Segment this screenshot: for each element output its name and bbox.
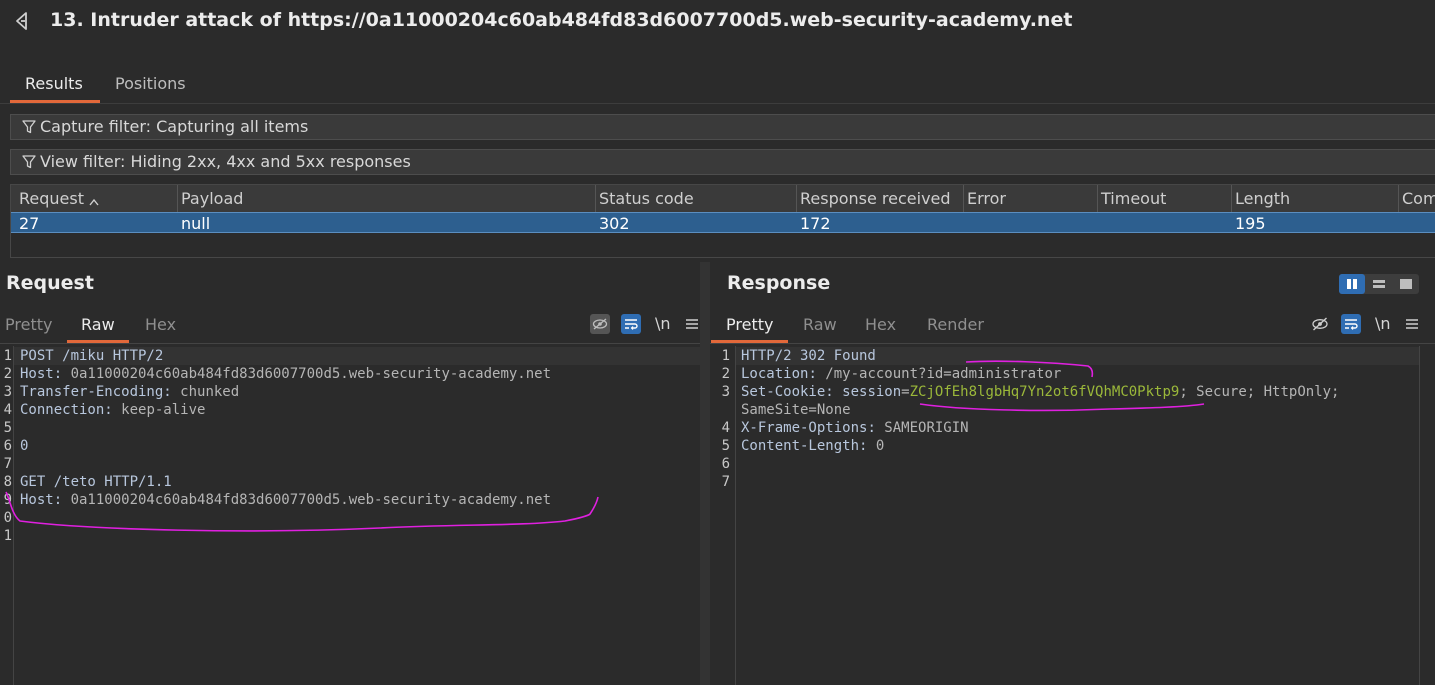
results-table: Request Payload Status code Response rec…	[10, 184, 1435, 258]
column-separator[interactable]	[1097, 185, 1098, 212]
column-separator[interactable]	[1398, 185, 1399, 212]
column-header-response-received[interactable]: Response received	[800, 189, 951, 208]
layout-side-by-side-icon[interactable]	[1339, 274, 1365, 294]
view-filter-label: View filter: Hiding 2xx, 4xx and 5xx res…	[40, 152, 411, 171]
header-line: Transfer-Encoding: chunked	[20, 384, 240, 400]
line-number: 1	[721, 348, 730, 364]
line-number-gutter: 1 2 3 4 5 6 7 8 9 0 1	[0, 346, 14, 685]
tab-results[interactable]: Results	[25, 74, 83, 93]
table-row[interactable]: 27 null 302 172 195	[11, 212, 1435, 233]
line-number: 1	[3, 528, 12, 544]
view-filter-bar[interactable]: View filter: Hiding 2xx, 4xx and 5xx res…	[10, 149, 1435, 175]
header-line: Location: /my-account?id=administrator	[741, 366, 1062, 382]
response-tab-hex[interactable]: Hex	[865, 315, 896, 334]
capture-filter-bar[interactable]: Capture filter: Capturing all items	[10, 114, 1435, 140]
line-number: 5	[3, 420, 12, 436]
word-wrap-icon[interactable]	[1341, 314, 1361, 334]
line-number: 0	[3, 510, 12, 526]
request-tab-hex[interactable]: Hex	[145, 315, 176, 334]
line-number: 6	[721, 456, 730, 472]
column-separator[interactable]	[796, 185, 797, 212]
set-cookie-line: Set-Cookie: session=ZCjOfEh8lgbHq7Yn2ot6…	[741, 384, 1340, 400]
response-editor[interactable]: 1 2 3 4 5 6 7 HTTP/2 302 Found Location:…	[710, 346, 1435, 685]
body-line: 0	[20, 438, 29, 454]
line-number: 2	[3, 366, 12, 382]
column-header-length[interactable]: Length	[1235, 189, 1290, 208]
response-panel-title: Response	[727, 272, 831, 294]
line-number: 9	[3, 492, 12, 508]
column-header-payload[interactable]: Payload	[181, 189, 243, 208]
line-number: 3	[721, 384, 730, 400]
show-newlines-toggle[interactable]: \n	[655, 314, 671, 333]
hide-nonprintable-icon[interactable]	[590, 314, 610, 334]
line-number: 6	[3, 438, 12, 454]
response-tab-pretty[interactable]: Pretty	[726, 315, 773, 334]
header-line: Host: 0a11000204c60ab484fd83d6007700d5.w…	[20, 366, 552, 382]
line-number: 1	[3, 348, 12, 364]
burp-intruder-icon	[16, 12, 27, 30]
line-number: 5	[721, 438, 730, 454]
hide-nonprintable-icon[interactable]	[1310, 314, 1330, 334]
layout-tabs-icon[interactable]	[1393, 274, 1419, 294]
cell-length: 195	[1235, 214, 1266, 233]
smuggled-request-line: GET /teto HTTP/1.1	[20, 474, 172, 490]
cell-status-code: 302	[599, 214, 630, 233]
cell-response-received: 172	[800, 214, 831, 233]
header-line: Connection: keep-alive	[20, 402, 206, 418]
column-separator[interactable]	[963, 185, 964, 212]
column-separator[interactable]	[177, 185, 178, 212]
window-title: 13. Intruder attack of https://0a1100020…	[50, 9, 1073, 31]
session-cookie-value: ZCjOfEh8lgbHq7Yn2ot6fVQhMC0Pktp9	[909, 384, 1180, 400]
request-tab-pretty[interactable]: Pretty	[5, 315, 52, 334]
table-header: Request Payload Status code Response rec…	[11, 185, 1435, 213]
column-header-timeout[interactable]: Timeout	[1101, 189, 1166, 208]
smuggled-header-line: Host: 0a11000204c60ab484fd83d6007700d5.w…	[20, 492, 552, 508]
line-number: 4	[3, 402, 12, 418]
status-line: HTTP/2 302 Found	[741, 348, 876, 364]
sort-ascending-icon	[89, 191, 99, 210]
column-separator[interactable]	[1231, 185, 1232, 212]
column-header-comment[interactable]: Com	[1402, 189, 1435, 208]
editor-right-border	[1419, 346, 1420, 685]
layout-stacked-icon[interactable]	[1366, 274, 1392, 294]
response-tab-raw[interactable]: Raw	[803, 315, 837, 334]
set-cookie-line-wrapped: SameSite=None	[741, 402, 851, 418]
cell-payload: null	[181, 214, 211, 233]
menu-icon[interactable]	[682, 314, 702, 334]
column-header-request[interactable]: Request	[19, 189, 99, 208]
column-header-error[interactable]: Error	[967, 189, 1006, 208]
line-number-gutter: 1 2 3 4 5 6 7	[710, 346, 736, 685]
cell-request: 27	[19, 214, 40, 233]
tab-positions[interactable]: Positions	[115, 74, 186, 93]
tabs-divider	[0, 103, 1435, 104]
show-newlines-toggle[interactable]: \n	[1375, 314, 1391, 333]
filter-icon	[22, 120, 36, 134]
header-line: X-Frame-Options: SAMEORIGIN	[741, 420, 969, 436]
line-number: 2	[721, 366, 730, 382]
column-header-status-code[interactable]: Status code	[599, 189, 694, 208]
line-number: 7	[3, 456, 12, 472]
title-bar: 13. Intruder attack of https://0a1100020…	[0, 0, 1435, 44]
line-number: 3	[3, 384, 12, 400]
menu-icon[interactable]	[1402, 314, 1422, 334]
filter-icon	[22, 155, 36, 169]
column-separator[interactable]	[595, 185, 596, 212]
request-panel-title: Request	[6, 272, 94, 294]
request-editor[interactable]: 1 2 3 4 5 6 7 8 9 0 1 POST /miku HTTP/2 …	[0, 346, 700, 685]
word-wrap-icon[interactable]	[621, 314, 641, 334]
request-tab-raw[interactable]: Raw	[81, 315, 115, 334]
line-number: 4	[721, 420, 730, 436]
request-line: POST /miku HTTP/2	[20, 348, 164, 364]
capture-filter-label: Capture filter: Capturing all items	[40, 117, 309, 136]
line-number: 7	[721, 474, 730, 490]
line-number: 8	[3, 474, 12, 490]
tabs-divider	[710, 343, 1435, 344]
tabs-divider	[0, 343, 700, 344]
layout-toggle[interactable]	[1339, 274, 1419, 294]
header-line: Content-Length: 0	[741, 438, 885, 454]
response-tab-render[interactable]: Render	[927, 315, 984, 334]
